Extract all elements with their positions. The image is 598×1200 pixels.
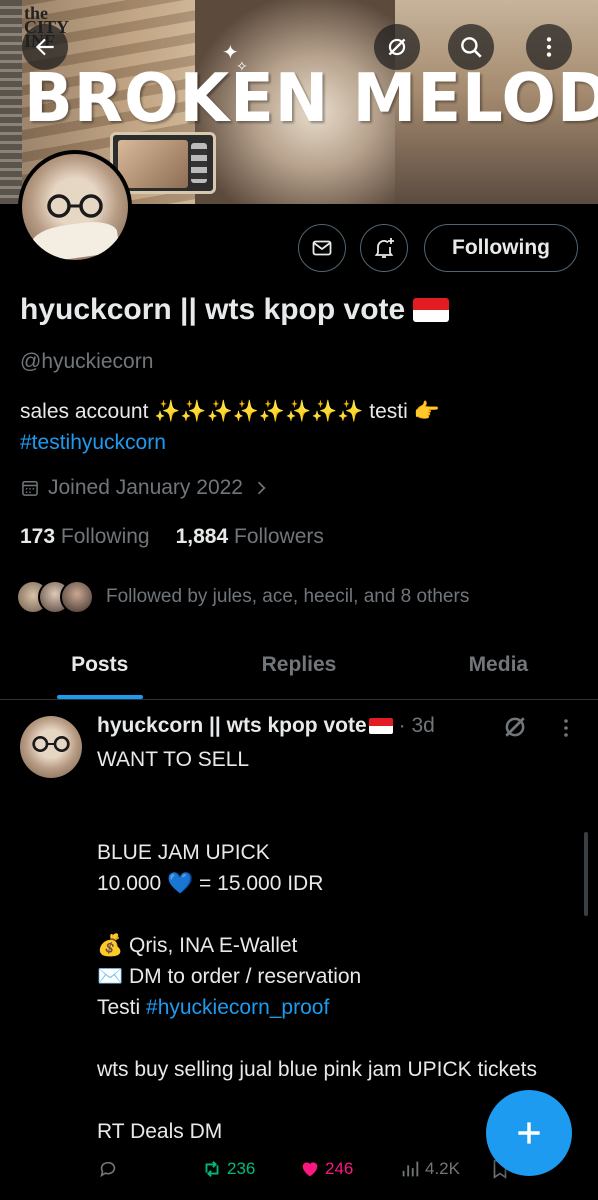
post-text: WANT TO SELL BLUE JAM UPICK 10.000 💙 = 15… [97,744,567,1147]
bio-text: sales account ✨✨✨✨✨✨✨✨ testi 👉 [20,400,440,423]
message-button[interactable] [298,224,346,272]
following-button[interactable]: Following [424,224,578,272]
retweet-action[interactable]: 236 [201,1158,299,1180]
post-line: 💰 Qris, INA E-Wallet [97,934,298,957]
indonesia-flag-icon [413,298,450,322]
views-icon [402,1161,419,1177]
follow-stats: 173 Following 1,884 Followers [20,525,324,549]
post-spacer [97,1023,567,1054]
post-author-name[interactable]: hyuckcorn || wts kpop vote [97,714,367,738]
avatar-glasses [47,194,103,218]
heart-icon [302,1162,318,1177]
followed-by-text: Followed by jules, ace, heecil, and 8 ot… [106,586,470,607]
post-line: wts buy selling jual blue pink jam UPICK… [97,1058,538,1081]
post-time[interactable]: · 3d [399,714,435,738]
user-handle: @hyuckiecorn [20,350,154,373]
tab-media[interactable]: Media [399,630,598,699]
profile-tabs: Posts Replies Media [0,630,598,700]
followers-stat[interactable]: 1,884 Followers [176,525,324,549]
bell-plus-icon [374,238,394,258]
post-header: hyuckcorn || wts kpop vote · 3d [97,714,435,738]
following-count: 173 [20,525,56,548]
compose-post-button[interactable] [486,1090,572,1176]
tv-knobs [191,143,207,183]
like-action[interactable]: 246 [299,1158,399,1180]
envelope-icon [312,240,332,256]
post-spacer [97,899,567,930]
tv-screen [118,140,188,188]
more-button[interactable] [526,24,572,70]
view-count: 4.2K [425,1159,460,1178]
post-line: 10.000 💙 = 15.000 IDR [97,872,324,895]
post-line: WANT TO SELL [97,748,250,771]
display-name: hyuckcorn || wts kpop vote [20,293,450,327]
banner-title: BROKEN MELODIES [24,60,598,138]
joined-text: Joined January 2022 [48,476,243,499]
indonesia-flag-icon [368,718,393,734]
plus-icon [518,1122,540,1144]
mutual-avatars [16,580,94,614]
bio-hashtag-link[interactable]: #testihyuckcorn [20,427,440,458]
followed-by[interactable]: Followed by jules, ace, heecil, and 8 ot… [16,580,469,614]
scrollbar[interactable] [584,832,588,916]
post-line: BLUE JAM UPICK [97,841,270,864]
avatar-glasses [32,736,70,752]
followers-count: 1,884 [175,525,229,548]
post-spacer [97,806,567,837]
grok-icon[interactable] [500,712,530,742]
profile-avatar[interactable] [18,150,132,264]
avatar-book [30,218,120,260]
followers-label: Followers [234,525,324,548]
back-arrow-icon [35,38,54,56]
post-line: ✉️ DM to order / reservation [97,965,362,988]
following-label: Following [60,525,150,548]
post-more-icon[interactable] [554,716,578,740]
chevron-right-icon [257,481,266,495]
profile-bio: sales account ✨✨✨✨✨✨✨✨ testi 👉 #testihyu… [20,396,440,458]
search-icon [461,37,482,58]
like-count: 246 [325,1159,354,1178]
grok-icon [388,38,406,56]
views-action[interactable]: 4.2K [399,1158,489,1180]
tab-replies[interactable]: Replies [199,630,398,699]
calendar-icon [22,481,38,496]
grok-button[interactable] [374,24,420,70]
back-button[interactable] [22,24,68,70]
reply-action[interactable] [97,1158,201,1180]
reply-icon [100,1161,116,1178]
notify-button[interactable] [360,224,408,272]
retweet-count: 236 [227,1159,256,1178]
more-vertical-icon [546,37,552,57]
post-line: Testi #hyuckiecorn_proof [97,992,567,1023]
mutual-avatar [60,580,94,614]
following-stat[interactable]: 173 Following [20,525,150,549]
search-button[interactable] [448,24,494,70]
display-name-text: hyuckcorn || wts kpop vote [20,293,406,326]
testi-prefix: Testi [97,996,147,1019]
joined-date[interactable]: Joined January 2022 [20,476,271,500]
post-hashtag-link[interactable]: #hyuckiecorn_proof [146,996,329,1019]
retweet-icon [205,1161,219,1177]
post-avatar[interactable] [20,716,82,778]
tab-posts[interactable]: Posts [0,630,199,699]
